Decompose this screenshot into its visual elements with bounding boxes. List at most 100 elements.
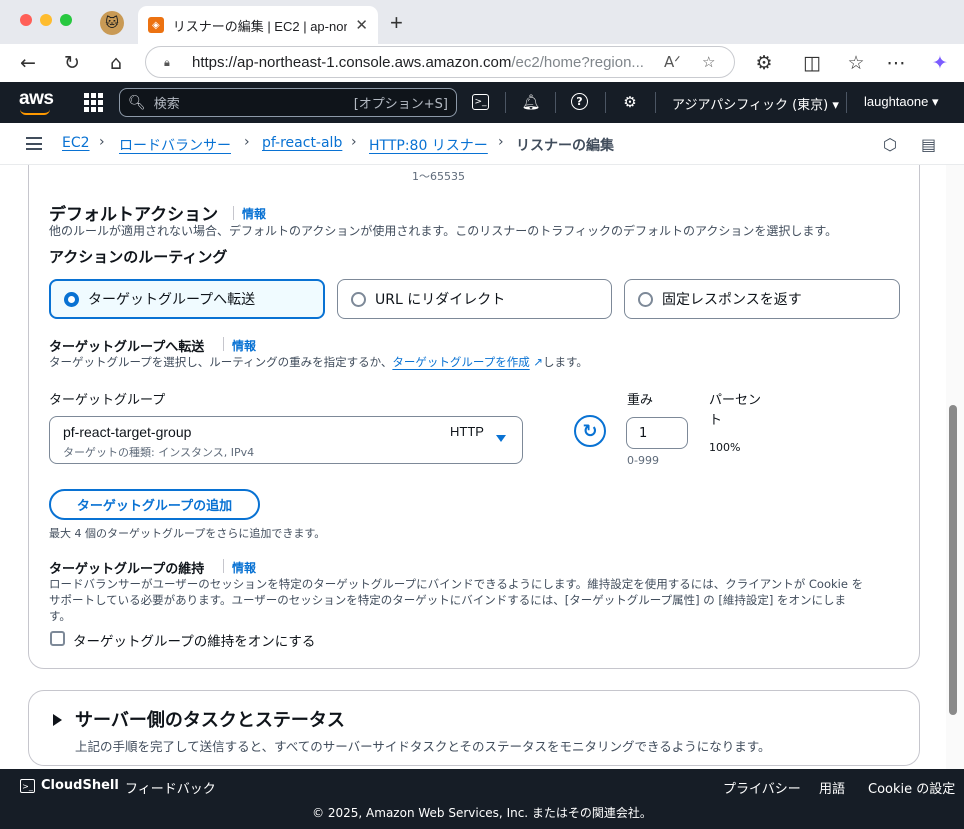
maximize-window-button[interactable] bbox=[60, 14, 72, 26]
target-group-select[interactable]: pf-react-target-group HTTP ターゲットの種類: インス… bbox=[49, 416, 523, 464]
close-window-button[interactable] bbox=[20, 14, 32, 26]
copilot-icon[interactable]: ✦ bbox=[928, 51, 952, 75]
tools-panel-icon[interactable]: ▤ bbox=[921, 135, 936, 154]
breadcrumb-listener[interactable]: HTTP:80 リスナー bbox=[369, 135, 488, 155]
favorite-star-icon[interactable]: ☆ bbox=[702, 53, 715, 71]
radio-unselected-icon bbox=[638, 291, 653, 307]
forward-description: ターゲットグループを選択し、ルーティングの重みを指定するか、ターゲットグループを… bbox=[49, 354, 588, 370]
url-host: https://ap-northeast-1.console.aws.amazo… bbox=[192, 53, 512, 71]
aws-footer: >_ CloudShell フィードバック プライバシー 用語 Cookie の… bbox=[0, 769, 964, 829]
routing-option-fixed-response[interactable]: 固定レスポンスを返す bbox=[624, 279, 900, 319]
routing-option-forward[interactable]: ターゲットグループへ転送 bbox=[49, 279, 325, 319]
recent-activity-icon[interactable]: ⬡ bbox=[883, 135, 897, 154]
aws-favicon-icon: ◈ bbox=[148, 17, 164, 33]
forward-title: ターゲットグループへ転送 bbox=[49, 340, 205, 355]
stickiness-description-line2: サポートしている必要があります。ユーザーのセッションを特定のターゲットにバインド… bbox=[49, 593, 846, 607]
new-tab-icon[interactable]: + bbox=[390, 10, 403, 36]
tab-title: リスナーの編集 | EC2 | ap-northe bbox=[172, 18, 348, 34]
external-link-icon: ↗ bbox=[529, 355, 543, 369]
extensions-icon[interactable]: ⚙ bbox=[752, 51, 776, 75]
scrollbar-thumb[interactable] bbox=[949, 405, 957, 715]
address-bar[interactable]: 🔒︎ https://ap-northeast-1.console.aws.am… bbox=[145, 46, 735, 78]
cloudshell-icon[interactable]: >_ bbox=[20, 779, 35, 793]
expand-triangle-icon[interactable] bbox=[53, 714, 62, 726]
favorites-icon[interactable]: ☆ bbox=[844, 51, 868, 75]
settings-gear-icon[interactable]: ⚙ bbox=[620, 92, 640, 112]
breadcrumb-current: リスナーの編集 bbox=[516, 138, 614, 154]
target-group-protocol: HTTP bbox=[450, 424, 484, 439]
reload-icon[interactable]: ↻ bbox=[60, 51, 84, 75]
default-action-info-link[interactable]: 情報 bbox=[242, 205, 266, 222]
target-group-name: pf-react-target-group bbox=[63, 424, 192, 440]
search-shortcut: [オプション+S] bbox=[353, 97, 448, 112]
percent-label-line2: ト bbox=[709, 413, 723, 428]
services-grid-icon[interactable] bbox=[84, 93, 103, 112]
routing-option-label: ターゲットグループへ転送 bbox=[88, 292, 256, 308]
stickiness-info-link[interactable]: 情報 bbox=[232, 559, 256, 576]
split-screen-icon[interactable]: ◫ bbox=[800, 51, 824, 75]
back-icon[interactable]: ← bbox=[16, 51, 40, 75]
search-icon: 🔍︎ bbox=[128, 94, 146, 111]
forward-description-text: ターゲットグループを選択し、ルーティングの重みを指定するか、 bbox=[49, 355, 393, 369]
browser-profile-icon[interactable]: 🐱 bbox=[100, 11, 124, 35]
browser-tab[interactable]: ◈ リスナーの編集 | EC2 | ap-northe ✕ bbox=[138, 6, 378, 44]
forward-description-tail: します。 bbox=[543, 355, 588, 369]
region-selector[interactable]: アジアパシフィック (東京) ▾ bbox=[672, 94, 839, 113]
server-tasks-description: 上記の手順を完了して送信すると、すべてのサーバーサイドタスクとそのステータスをモ… bbox=[75, 739, 771, 754]
notifications-bell-icon[interactable]: 🔔︎ bbox=[521, 92, 541, 112]
minimize-window-button[interactable] bbox=[40, 14, 52, 26]
browser-tab-bar: 🐱 ◈ リスナーの編集 | EC2 | ap-northe ✕ + bbox=[0, 0, 964, 44]
account-menu[interactable]: laughtaone ▾ bbox=[864, 94, 938, 110]
target-group-subtitle: ターゲットの種類: インスタンス, IPv4 bbox=[63, 446, 255, 459]
stickiness-description-line1: ロードバランサーがユーザーのセッションを特定のターゲットグループにバインドできる… bbox=[49, 577, 864, 591]
aws-logo-smile bbox=[20, 109, 50, 115]
add-target-group-hint: 最大 4 個のターゲットグループをさらに追加できます。 bbox=[49, 527, 326, 540]
more-menu-icon[interactable]: ⋯ bbox=[884, 51, 908, 75]
url-path: /ec2/home?region... bbox=[511, 53, 644, 71]
port-range-hint: 1〜65535 bbox=[412, 170, 465, 183]
refresh-icon[interactable]: ↻ bbox=[574, 415, 606, 447]
tab-close-icon[interactable]: ✕ bbox=[355, 16, 368, 34]
weight-range-hint: 0-999 bbox=[627, 454, 659, 467]
lock-icon: 🔒︎ bbox=[164, 56, 170, 69]
browser-toolbar: ← ↻ ⌂ 🔒︎ https://ap-northeast-1.console.… bbox=[0, 44, 964, 82]
breadcrumb-load-balancers[interactable]: ロードバランサー bbox=[119, 135, 231, 155]
footer-cookie-settings[interactable]: Cookie の設定 bbox=[868, 778, 955, 797]
percent-value: 100% bbox=[709, 441, 741, 454]
add-target-group-button[interactable]: ターゲットグループの追加 bbox=[49, 489, 260, 520]
read-aloud-icon[interactable]: Aᐟ bbox=[664, 53, 681, 71]
stickiness-checkbox-label[interactable]: ターゲットグループの維持をオンにする bbox=[73, 630, 315, 650]
cloudshell-icon[interactable]: >_ bbox=[472, 94, 489, 110]
breadcrumb: EC2 › ロードバランサー › pf-react-alb › HTTP:80 … bbox=[0, 123, 964, 165]
routing-option-redirect[interactable]: URL にリダイレクト bbox=[337, 279, 612, 319]
server-tasks-panel: サーバー側のタスクとステータス 上記の手順を完了して送信すると、すべてのサーバー… bbox=[28, 690, 920, 766]
stickiness-title: ターゲットグループの維持 bbox=[49, 562, 205, 577]
stickiness-description-line3: す。 bbox=[49, 609, 71, 623]
main-content: 1〜65535 デフォルトアクション 情報 他のルールが適用されない場合、デフォ… bbox=[0, 165, 946, 769]
routing-option-label: 固定レスポンスを返す bbox=[662, 292, 802, 308]
caret-down-icon bbox=[496, 435, 506, 442]
forward-info-link[interactable]: 情報 bbox=[232, 337, 256, 354]
breadcrumb-ec2[interactable]: EC2 bbox=[62, 135, 90, 151]
footer-copyright: © 2025, Amazon Web Services, Inc. またはその関… bbox=[312, 806, 652, 820]
create-target-group-link[interactable]: ターゲットグループを作成 bbox=[392, 355, 529, 369]
chevron-right-icon: › bbox=[498, 134, 504, 150]
footer-feedback[interactable]: フィードバック bbox=[125, 778, 216, 797]
server-tasks-title[interactable]: サーバー側のタスクとステータス bbox=[75, 706, 345, 732]
aws-logo[interactable]: aws bbox=[19, 88, 54, 110]
routing-option-label: URL にリダイレクト bbox=[375, 292, 506, 308]
footer-cloudshell[interactable]: CloudShell bbox=[41, 778, 119, 793]
home-icon[interactable]: ⌂ bbox=[104, 51, 128, 75]
breadcrumb-alb[interactable]: pf-react-alb bbox=[262, 135, 342, 151]
console-search[interactable]: 🔍︎ 検索 [オプション+S] bbox=[119, 88, 457, 117]
stickiness-checkbox[interactable] bbox=[50, 631, 65, 646]
weight-label: 重み bbox=[627, 393, 654, 408]
radio-unselected-icon bbox=[351, 291, 366, 307]
footer-terms[interactable]: 用語 bbox=[819, 778, 845, 797]
side-nav-menu-icon[interactable] bbox=[26, 137, 42, 150]
help-icon[interactable]: ? bbox=[571, 93, 588, 110]
footer-privacy[interactable]: プライバシー bbox=[723, 778, 801, 797]
weight-input[interactable]: 1 bbox=[626, 417, 688, 449]
routing-title: アクションのルーティング bbox=[49, 248, 228, 266]
chevron-right-icon: › bbox=[351, 134, 357, 150]
